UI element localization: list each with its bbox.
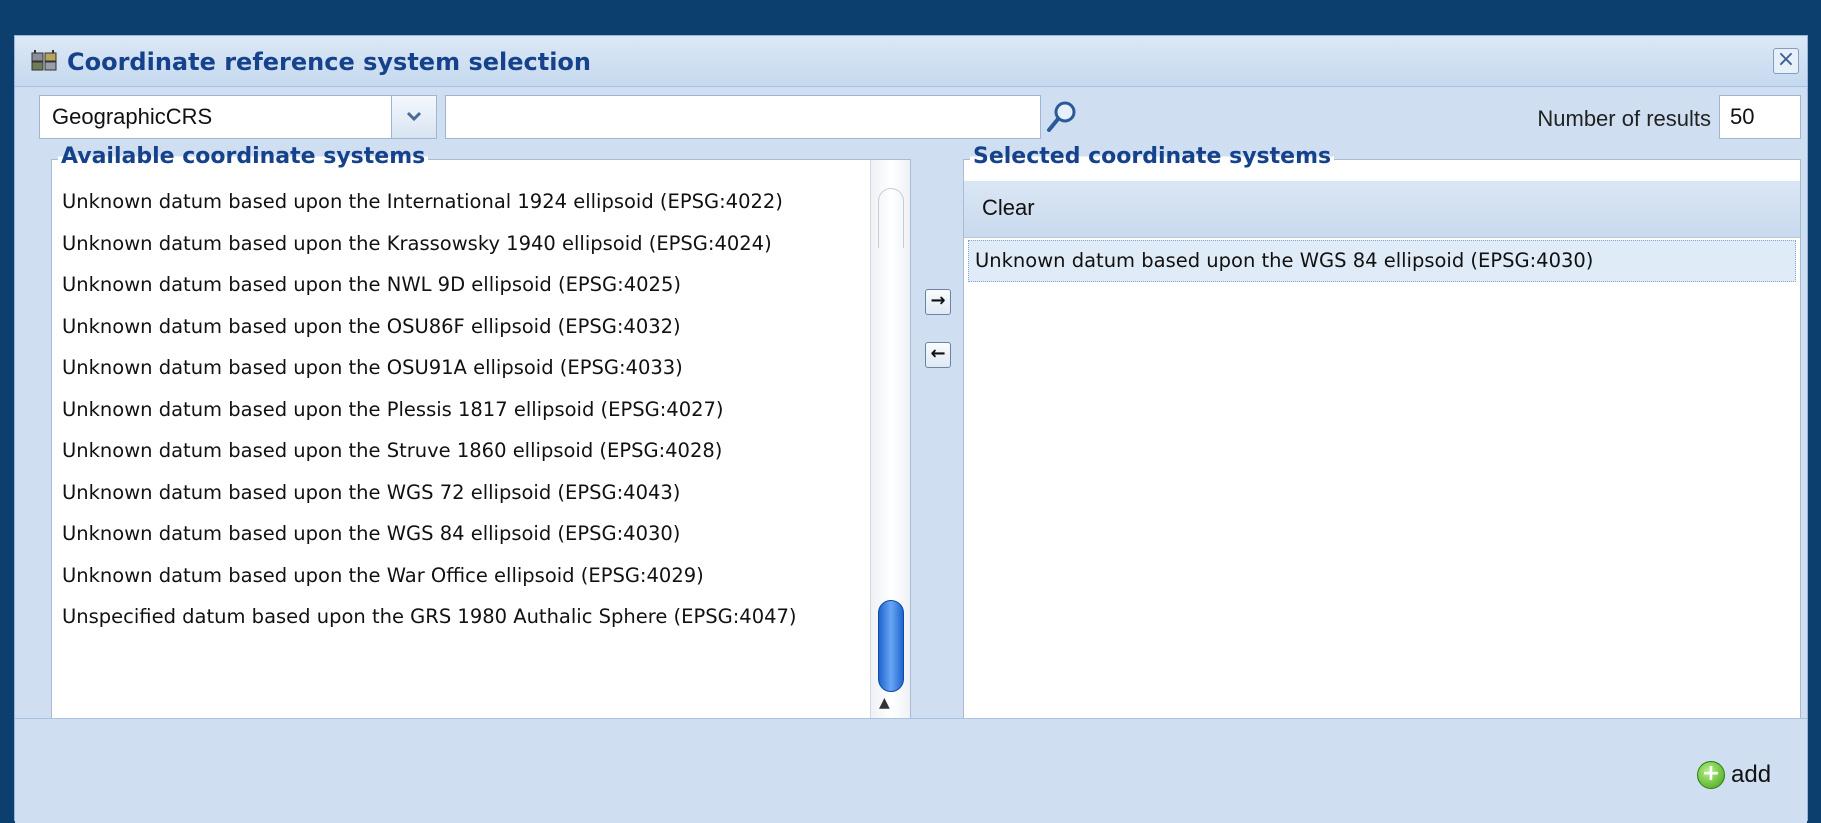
results-count-input[interactable]: 50 [1719,95,1801,139]
available-vertical-scrollbar[interactable]: ▲ ▼ [870,160,910,737]
chevron-down-icon[interactable] [391,96,436,138]
list-item[interactable]: Unknown datum based upon the WGS 84 elli… [52,513,870,555]
list-item[interactable]: Unknown datum based upon the NWL 9D elli… [52,264,870,306]
list-item[interactable]: Unknown datum based upon the WGS 72 elli… [52,472,870,514]
close-button[interactable]: × [1773,48,1799,74]
selected-legend: Selected coordinate systems [970,144,1335,169]
crs-type-value: GeographicCRS [52,104,213,129]
list-item[interactable]: Unknown datum based upon the Plessis 181… [52,389,870,431]
crs-selection-dialog: Coordinate reference system selection × … [14,35,1808,823]
scroll-thumb[interactable] [878,600,904,692]
plus-circle-icon: + [1697,761,1725,789]
list-item[interactable]: Unknown datum based upon the War Office … [52,555,870,597]
available-systems-panel: Available coordinate systems Unknown dat… [51,144,911,738]
results-label: Number of results [1537,106,1711,131]
dialog-title: Coordinate reference system selection [67,48,592,76]
crs-type-select[interactable]: GeographicCRS [39,95,437,139]
clear-button[interactable]: Clear [982,195,1035,221]
list-item[interactable]: Unspecified datum based upon the GRS 198… [52,596,870,638]
dialog-footer: + add [15,718,1807,823]
list-item[interactable]: Unknown datum based upon the Krassowsky … [52,223,870,265]
search-toolbar: GeographicCRS Number of results 50 [15,86,1807,146]
list-item[interactable]: Unknown datum based upon the OSU91A elli… [52,347,870,389]
search-input[interactable] [445,95,1041,139]
available-list: Unknown datum based upon the Internation… [52,181,870,638]
list-item[interactable]: Unknown datum based upon the Internation… [52,181,870,223]
magnifier-icon[interactable] [1045,98,1079,136]
add-label: add [1731,761,1772,788]
globe-grid-icon [31,50,57,71]
scroll-track-cap [878,188,904,248]
add-button[interactable]: + add [1697,759,1783,791]
add-to-selected-button[interactable]: → [925,289,951,315]
list-item[interactable]: Unknown datum based upon the OSU86F elli… [52,306,870,348]
selected-systems-panel: Selected coordinate systems Clear Unknow… [963,144,1801,738]
dialog-titlebar[interactable]: Coordinate reference system selection × [15,36,1807,87]
remove-from-selected-button[interactable]: ← [925,342,951,368]
selected-list-item[interactable]: Unknown datum based upon the WGS 84 elli… [968,240,1796,282]
clear-toolbar: Clear [964,181,1800,238]
list-item[interactable]: Unknown datum based upon the Struve 1860… [52,430,870,472]
scroll-up-arrow-icon[interactable]: ▲ [879,695,890,711]
